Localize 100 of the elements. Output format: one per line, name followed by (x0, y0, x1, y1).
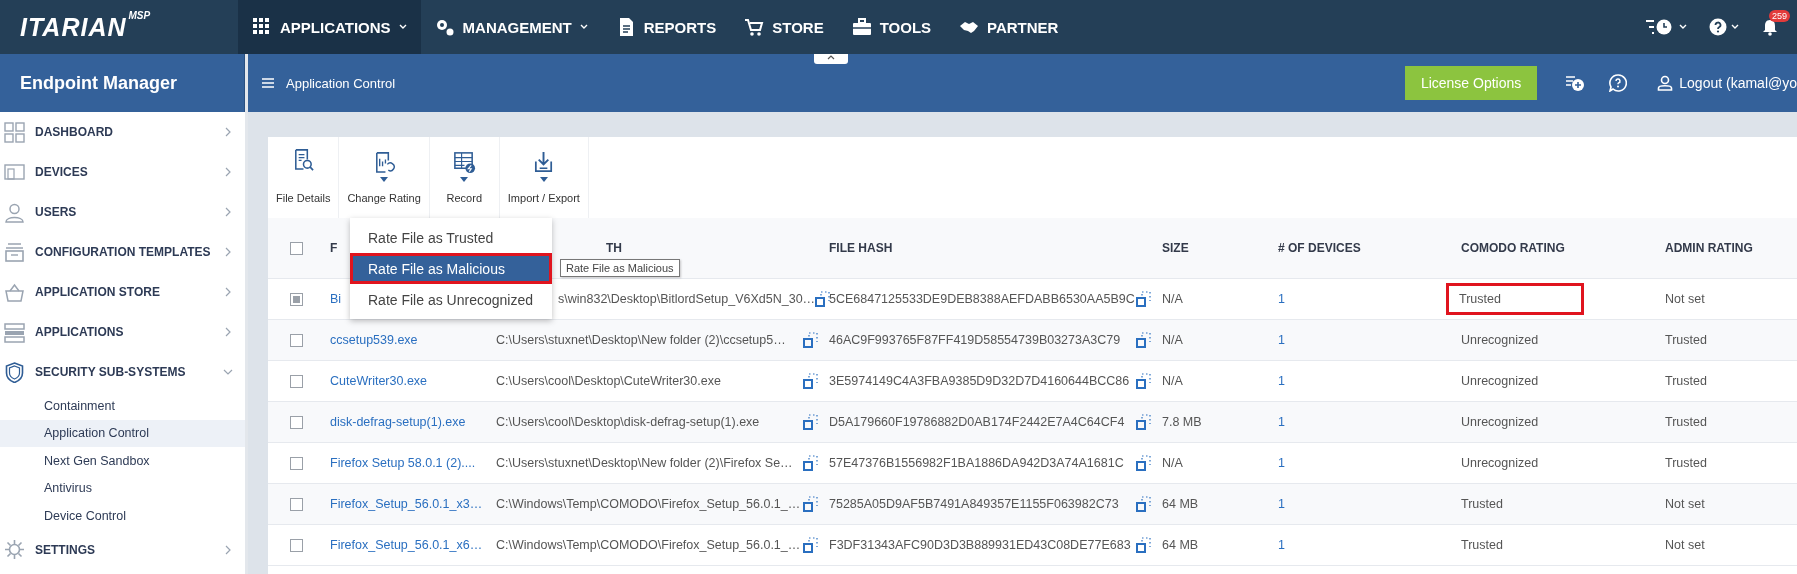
copy-icon[interactable] (1136, 414, 1152, 430)
device-count-link[interactable]: 1 (1278, 538, 1285, 552)
caret-up-icon (827, 54, 835, 60)
row-checkbox[interactable] (290, 456, 303, 470)
sidebar-subitem[interactable]: Antivirus (0, 474, 245, 502)
column-header: FILE HASH (829, 241, 893, 255)
devices-icon (4, 161, 25, 183)
copy-icon[interactable] (803, 537, 819, 553)
sidebar-item[interactable]: CONFIGURATION TEMPLATES (0, 232, 245, 272)
file-size: N/A (1162, 292, 1183, 306)
copy-icon[interactable] (803, 414, 819, 430)
file-hash: 46AC9F993765F87FF419D58554739B03273A3C79 (829, 333, 1121, 347)
row-checkbox[interactable] (290, 538, 303, 552)
comodo-rating: Unrecognized (1460, 373, 1540, 390)
sidebar-subitem[interactable]: Next Gen Sandbox (0, 447, 245, 475)
nav-item[interactable]: MANAGEMENT (420, 0, 602, 54)
copy-icon[interactable] (1136, 373, 1152, 389)
copy-icon[interactable] (803, 332, 819, 348)
menu-icon[interactable] (262, 78, 274, 88)
comodo-rating: Trusted (1449, 286, 1581, 312)
sidebar-title: Endpoint Manager (0, 54, 245, 112)
copy-icon[interactable] (803, 455, 819, 471)
device-count-link[interactable]: 1 (1278, 292, 1285, 306)
file-path: C:\Windows\Temp\COMODO\Firefox_Setup_56.0.1_… (496, 497, 801, 511)
copy-icon[interactable] (1136, 291, 1152, 307)
menu-item[interactable]: Rate File as Unrecognized (350, 284, 552, 315)
chevron-icon (223, 247, 233, 257)
sidebar-subitem[interactable]: Device Control (0, 502, 245, 530)
file-name-link[interactable]: CuteWriter30.exe (330, 374, 428, 388)
chevron-icon (223, 367, 233, 377)
file-name-link[interactable]: Bi (330, 292, 342, 306)
column-header: F (330, 241, 338, 255)
device-count-link[interactable]: 1 (1278, 497, 1285, 511)
nav-item[interactable]: TOOLS (837, 0, 946, 54)
cart-icon (744, 17, 765, 37)
page-title: Application Control (286, 75, 396, 91)
copy-icon[interactable] (1136, 455, 1152, 471)
select-all-checkbox[interactable] (290, 241, 303, 255)
help-icon[interactable] (1609, 74, 1628, 92)
file-size: N/A (1162, 456, 1183, 470)
chevron-icon (223, 287, 233, 297)
add-list-icon[interactable] (1565, 74, 1586, 92)
file-hash: 3E5974149C4A3FBA9385D9D32D7D4160644BCC86 (829, 374, 1130, 388)
file-hash: 57E47376B1556982F1BA1886DA942D3A74A1681C (829, 456, 1124, 470)
menu-item[interactable]: Rate File as Malicious (350, 253, 552, 284)
row-checkbox[interactable] (290, 333, 303, 347)
tooltip: Rate File as Malicious (560, 259, 680, 277)
device-count-link[interactable]: 1 (1278, 456, 1285, 470)
copy-icon[interactable] (1136, 496, 1152, 512)
row-checkbox[interactable] (290, 415, 303, 429)
sidebar-subitem[interactable]: Application Control (0, 419, 245, 447)
file-name-link[interactable]: Firefox_Setup_56.0.1_x6… (330, 538, 483, 552)
bell-icon[interactable] (1761, 18, 1779, 36)
caret-icon (1731, 24, 1739, 30)
copy-icon[interactable] (1136, 537, 1152, 553)
device-count-link[interactable]: 1 (1278, 333, 1285, 347)
templates-icon (4, 241, 25, 263)
nav-item[interactable]: STORE (730, 0, 838, 54)
menu-item[interactable]: Rate File as Trusted (350, 222, 552, 253)
file-name-link[interactable]: Firefox Setup 58.0.1 (2).... (330, 456, 476, 470)
row-checkbox[interactable] (290, 497, 303, 511)
logo: ITARIAN (20, 12, 127, 42)
row-checkbox[interactable] (290, 292, 303, 306)
sidebar-item[interactable]: SECURITY SUB-SYSTEMS (0, 352, 245, 392)
copy-icon[interactable] (803, 373, 819, 389)
sidebar-item[interactable]: APPLICATIONS (0, 312, 245, 352)
sidebar-item[interactable]: SETTINGS (0, 529, 245, 570)
file-hash: 75285A05D9AF5B7491A849357E1155F063982C73 (829, 497, 1119, 511)
column-header: # OF DEVICES (1278, 241, 1361, 255)
file-size: 64 MB (1162, 538, 1199, 552)
copy-icon[interactable] (1136, 332, 1152, 348)
file-size: N/A (1162, 374, 1183, 388)
collapse-tab[interactable] (814, 54, 848, 64)
file-path: C:\Users\cool\Desktop\disk-defrag-setup(1).exe (496, 415, 760, 429)
chevron-icon (223, 167, 233, 177)
nav-item[interactable]: APPLICATIONS (238, 0, 421, 54)
file-hash: 5CE6847125533DE9DEB8388AEFDABB6530AA5B9C (829, 292, 1135, 306)
sidebar-item[interactable]: DEVICES (0, 152, 245, 192)
file-name-link[interactable]: ccsetup539.exe (330, 333, 418, 347)
copy-icon[interactable] (803, 496, 819, 512)
file-hash: D5A179660F19786882D0AB174F2442E7A4C64CF4 (829, 415, 1125, 429)
nav-item[interactable]: REPORTS (601, 0, 731, 54)
file-size: 7.8 MB (1162, 415, 1202, 429)
grid-icon (252, 17, 272, 37)
sidebar-item[interactable]: APPLICATION STORE (0, 272, 245, 312)
help-icon[interactable] (1709, 18, 1727, 36)
device-count-link[interactable]: 1 (1278, 374, 1285, 388)
logo-label: MSP (128, 10, 151, 21)
device-count-link[interactable]: 1 (1278, 415, 1285, 429)
column-header: COMODO RATING (1461, 241, 1565, 255)
logout-link[interactable]: Logout (kamal@yo (1679, 75, 1797, 91)
chevron-icon (223, 127, 233, 137)
caret-icon (1679, 24, 1687, 30)
sidebar-item[interactable]: DASHBOARD (0, 112, 245, 152)
row-checkbox[interactable] (290, 374, 303, 388)
sidebar-item[interactable]: USERS (0, 192, 245, 232)
comodo-rating: Unrecognized (1460, 414, 1540, 431)
sidebar-subitem[interactable]: Containment (0, 392, 245, 420)
applications-icon (4, 321, 25, 343)
nav-item[interactable]: PARTNER (945, 0, 1073, 54)
